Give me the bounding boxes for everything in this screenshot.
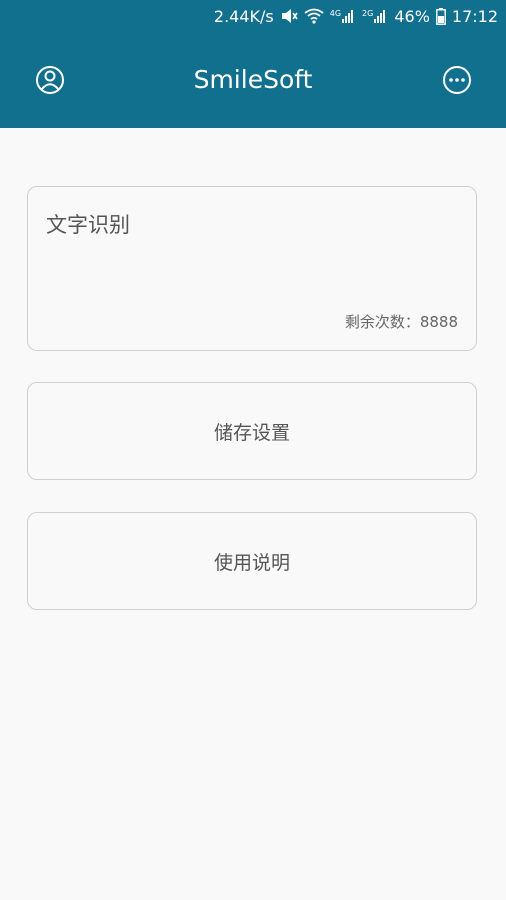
app-header: 2.44K/s 4G 2G 46% 17:12 SmileSoft (0, 0, 506, 128)
app-bar: SmileSoft (0, 36, 506, 124)
status-icons: 2.44K/s 4G 2G 46% 17:12 (214, 5, 498, 27)
storage-settings-label: 储存设置 (213, 421, 290, 444)
signal-bars-icon (374, 10, 386, 23)
battery-icon (435, 7, 446, 25)
network-type-label: 2G (362, 9, 374, 18)
ocr-title: 文字识别 (46, 213, 130, 237)
more-options-icon[interactable] (439, 62, 475, 98)
clock: 17:12 (451, 6, 498, 26)
storage-settings-button[interactable]: 储存设置 (27, 382, 477, 480)
status-bar: 2.44K/s 4G 2G 46% 17:12 (0, 0, 506, 32)
wifi-icon (304, 8, 324, 24)
network-type-label: 4G (329, 9, 342, 18)
remaining-count: 剩余次数：8888 (344, 313, 458, 331)
app-title: SmileSoft (193, 65, 313, 94)
ocr-card[interactable]: 文字识别 剩余次数：8888 (27, 186, 477, 351)
battery-percent: 46% (394, 6, 430, 26)
usage-instructions-button[interactable]: 使用说明 (27, 512, 477, 610)
signal-bars-icon (342, 10, 354, 23)
mute-icon (281, 9, 298, 23)
signal-1: 4G (330, 9, 356, 23)
usage-instructions-label: 使用说明 (213, 551, 290, 574)
signal-2: 2G (362, 9, 388, 23)
network-speed: 2.44K/s (213, 6, 274, 26)
